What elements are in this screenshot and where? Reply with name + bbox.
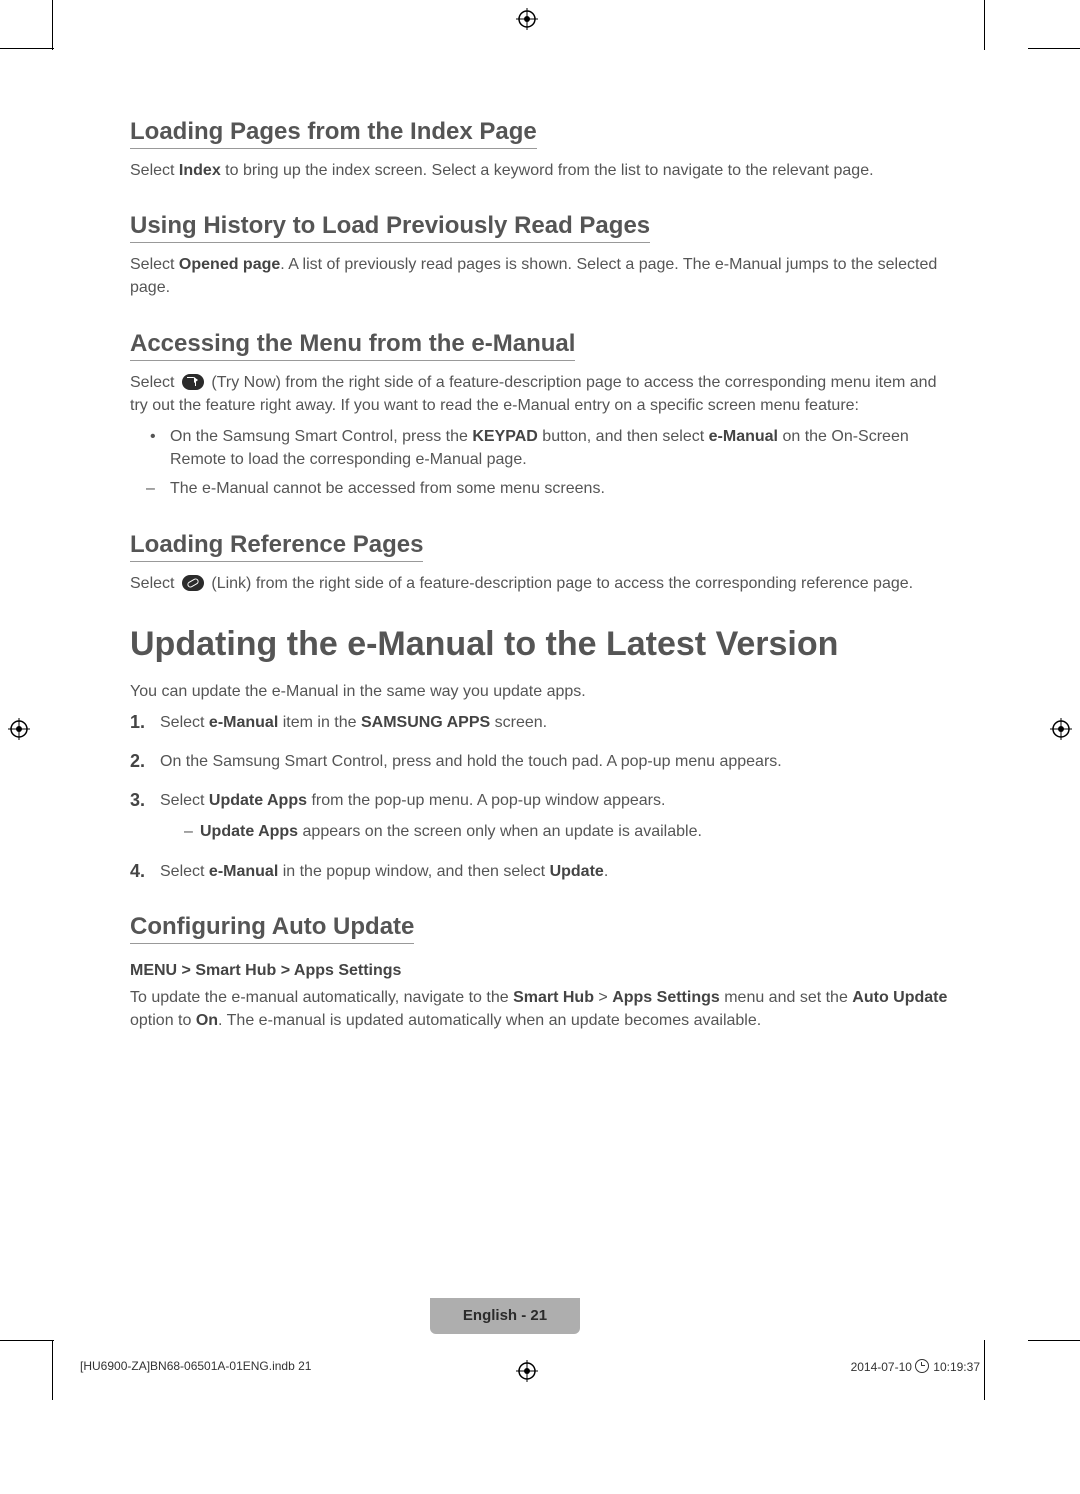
section-history: Using History to Load Previously Read Pa… <box>130 212 950 299</box>
link-icon <box>182 575 204 591</box>
heading-large: Updating the e-Manual to the Latest Vers… <box>130 625 950 664</box>
paragraph: You can update the e-Manual in the same … <box>130 680 950 703</box>
footer-filename: [HU6900-ZA]BN68-06501A-01ENG.indb 21 <box>80 1359 311 1373</box>
paragraph: Select Index to bring up the index scree… <box>130 159 950 182</box>
heading: Using History to Load Previously Read Pa… <box>130 212 650 243</box>
heading: Accessing the Menu from the e-Manual <box>130 330 575 361</box>
paragraph: Select (Link) from the right side of a f… <box>130 572 950 595</box>
list-item: Select e-Manual item in the SAMSUNG APPS… <box>130 711 950 734</box>
heading: Loading Reference Pages <box>130 531 423 562</box>
registration-mark-icon <box>8 718 30 740</box>
footer-timestamp: 2014-07-10 10:19:37 <box>851 1359 980 1374</box>
paragraph: Select (Try Now) from the right side of … <box>130 371 950 417</box>
crop-mark <box>984 1340 985 1400</box>
list-item: On the Samsung Smart Control, press the … <box>156 425 950 471</box>
registration-mark-icon <box>516 8 538 30</box>
list-item: Select e-Manual in the popup window, and… <box>130 860 950 883</box>
crop-mark <box>52 1340 53 1400</box>
list-item: On the Samsung Smart Control, press and … <box>130 750 950 773</box>
list-item: The e-Manual cannot be accessed from som… <box>156 477 950 500</box>
bullet-list: On the Samsung Smart Control, press the … <box>130 425 950 501</box>
section-auto-update: Configuring Auto Update MENU > Smart Hub… <box>130 913 950 1032</box>
section-index-page: Loading Pages from the Index Page Select… <box>130 118 950 182</box>
section-access-menu: Accessing the Menu from the e-Manual Sel… <box>130 330 950 501</box>
page-content: Loading Pages from the Index Page Select… <box>130 118 950 1062</box>
paragraph: To update the e-manual automatically, na… <box>130 986 950 1032</box>
crop-mark <box>984 0 985 50</box>
menu-path: MENU > Smart Hub > Apps Settings <box>130 962 950 980</box>
try-now-icon <box>182 374 204 390</box>
sub-list-item: Update Apps appears on the screen only w… <box>160 820 950 843</box>
registration-mark-icon <box>516 1360 538 1382</box>
crop-mark <box>0 48 54 49</box>
crop-mark <box>52 0 53 50</box>
crop-mark <box>1028 48 1080 49</box>
heading: Loading Pages from the Index Page <box>130 118 537 149</box>
clock-icon <box>915 1359 929 1373</box>
paragraph: Select Opened page. A list of previously… <box>130 253 950 299</box>
section-updating: Updating the e-Manual to the Latest Vers… <box>130 625 950 883</box>
heading: Configuring Auto Update <box>130 913 414 944</box>
registration-mark-icon <box>1050 718 1072 740</box>
list-item: Select Update Apps from the pop-up menu.… <box>130 789 950 843</box>
section-reference-pages: Loading Reference Pages Select (Link) fr… <box>130 531 950 595</box>
ordered-list: Select e-Manual item in the SAMSUNG APPS… <box>130 711 950 883</box>
page-number-tab: English - 21 <box>430 1298 580 1334</box>
crop-mark <box>1028 1340 1080 1341</box>
crop-mark <box>0 1340 54 1341</box>
